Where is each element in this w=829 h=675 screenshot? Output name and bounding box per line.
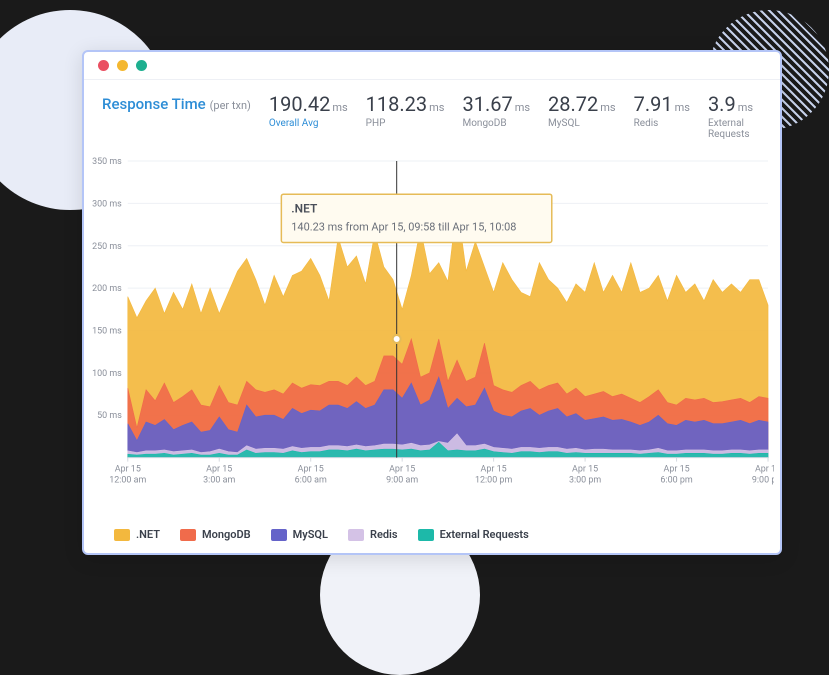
svg-text:Apr 15: Apr 15: [115, 465, 141, 475]
svg-text:Apr 15: Apr 15: [755, 465, 774, 475]
window-titlebar: [84, 52, 780, 80]
legend-item-redis[interactable]: Redis: [348, 528, 398, 541]
legend-item--net[interactable]: .NET: [114, 528, 160, 541]
metric-php[interactable]: 118.23ms PHP: [366, 94, 445, 140]
metric-unit: ms: [332, 101, 347, 114]
legend-label: Redis: [370, 528, 398, 541]
metric-value: 118.23: [366, 92, 427, 116]
chart-title-block: Response Time (per txn): [102, 94, 251, 113]
legend: .NET MongoDB MySQL Redis External Requests: [84, 518, 780, 553]
legend-label: MongoDB: [202, 528, 251, 541]
metric-overall-avg[interactable]: 190.42ms Overall Avg: [269, 94, 348, 140]
legend-label: External Requests: [440, 528, 529, 541]
header-row: Response Time (per txn) 190.42msOverall …: [84, 80, 780, 146]
chart-subtitle: (per txn): [210, 99, 251, 112]
svg-text:3:00 am: 3:00 am: [203, 476, 235, 486]
app-window: Response Time (per txn) 190.42msOverall …: [82, 50, 782, 555]
legend-item-mongodb[interactable]: MongoDB: [180, 528, 251, 541]
legend-swatch: [114, 529, 130, 541]
metric-label: Overall Avg: [269, 118, 348, 129]
metric-label: MongoDB: [462, 118, 530, 129]
svg-text:350 ms: 350 ms: [92, 157, 122, 167]
legend-swatch: [418, 529, 434, 541]
metric-unit: ms: [738, 101, 753, 114]
legend-swatch: [348, 529, 364, 541]
chart-svg[interactable]: 50 ms 100 ms 150 ms 200 ms 250 ms 300 ms 350 m…: [90, 156, 774, 518]
svg-text:Apr 15: Apr 15: [389, 465, 415, 475]
svg-text:300 ms: 300 ms: [92, 199, 122, 209]
svg-text:150 ms: 150 ms: [92, 327, 122, 337]
metrics-row: 190.42msOverall Avg118.23msPHP31.67msMon…: [269, 94, 762, 140]
metric-value: 3.9: [708, 92, 736, 116]
chart-area[interactable]: 50 ms 100 ms 150 ms 200 ms 250 ms 300 ms 350 m…: [90, 156, 774, 518]
metric-label: Redis: [634, 118, 690, 129]
metric-external-requests[interactable]: 3.9ms External Requests: [708, 94, 762, 140]
svg-text:9:00 am: 9:00 am: [386, 476, 418, 486]
metric-label: External Requests: [708, 118, 762, 140]
svg-text:6:00 am: 6:00 am: [295, 476, 327, 486]
metric-value: 28.72: [548, 92, 598, 116]
svg-text:200 ms: 200 ms: [92, 284, 122, 294]
svg-text:100 ms: 100 ms: [92, 369, 122, 379]
metric-unit: ms: [429, 101, 444, 114]
metric-value: 31.67: [462, 92, 512, 116]
legend-label: .NET: [136, 528, 160, 541]
svg-text:.NET: .NET: [291, 201, 318, 215]
window-maximize-button[interactable]: [136, 60, 147, 71]
metric-value: 7.91: [634, 92, 673, 116]
metric-label: PHP: [366, 118, 445, 129]
legend-swatch: [180, 529, 196, 541]
svg-text:3:00 pm: 3:00 pm: [569, 476, 601, 486]
window-minimize-button[interactable]: [117, 60, 128, 71]
svg-text:Apr 15: Apr 15: [481, 465, 507, 475]
metric-value: 190.42: [269, 92, 330, 116]
svg-text:Apr 15: Apr 15: [664, 465, 690, 475]
metric-label: MySQL: [548, 118, 616, 129]
svg-text:9:00 pm: 9:00 pm: [752, 476, 774, 486]
svg-text:6:00 pm: 6:00 pm: [660, 476, 692, 486]
svg-text:12:00 am: 12:00 am: [109, 476, 146, 486]
metric-unit: ms: [675, 101, 690, 114]
metric-unit: ms: [600, 101, 615, 114]
metric-mongodb[interactable]: 31.67ms MongoDB: [462, 94, 530, 140]
legend-swatch: [271, 529, 287, 541]
metric-unit: ms: [515, 101, 530, 114]
metric-redis[interactable]: 7.91ms Redis: [634, 94, 690, 140]
svg-text:Apr 15: Apr 15: [572, 465, 598, 475]
svg-text:Apr 15: Apr 15: [298, 465, 324, 475]
svg-text:50 ms: 50 ms: [97, 411, 122, 421]
legend-label: MySQL: [293, 528, 328, 541]
metric-mysql[interactable]: 28.72ms MySQL: [548, 94, 616, 140]
legend-item-mysql[interactable]: MySQL: [271, 528, 328, 541]
svg-text:12:00 pm: 12:00 pm: [475, 476, 512, 486]
svg-text:250 ms: 250 ms: [92, 242, 122, 252]
window-close-button[interactable]: [98, 60, 109, 71]
svg-text:Apr 15: Apr 15: [206, 465, 232, 475]
legend-item-external-requests[interactable]: External Requests: [418, 528, 529, 541]
chart-title: Response Time: [102, 95, 206, 113]
svg-text:140.23 ms from Apr 15, 09:58 t: 140.23 ms from Apr 15, 09:58 till Apr 15…: [291, 220, 516, 233]
